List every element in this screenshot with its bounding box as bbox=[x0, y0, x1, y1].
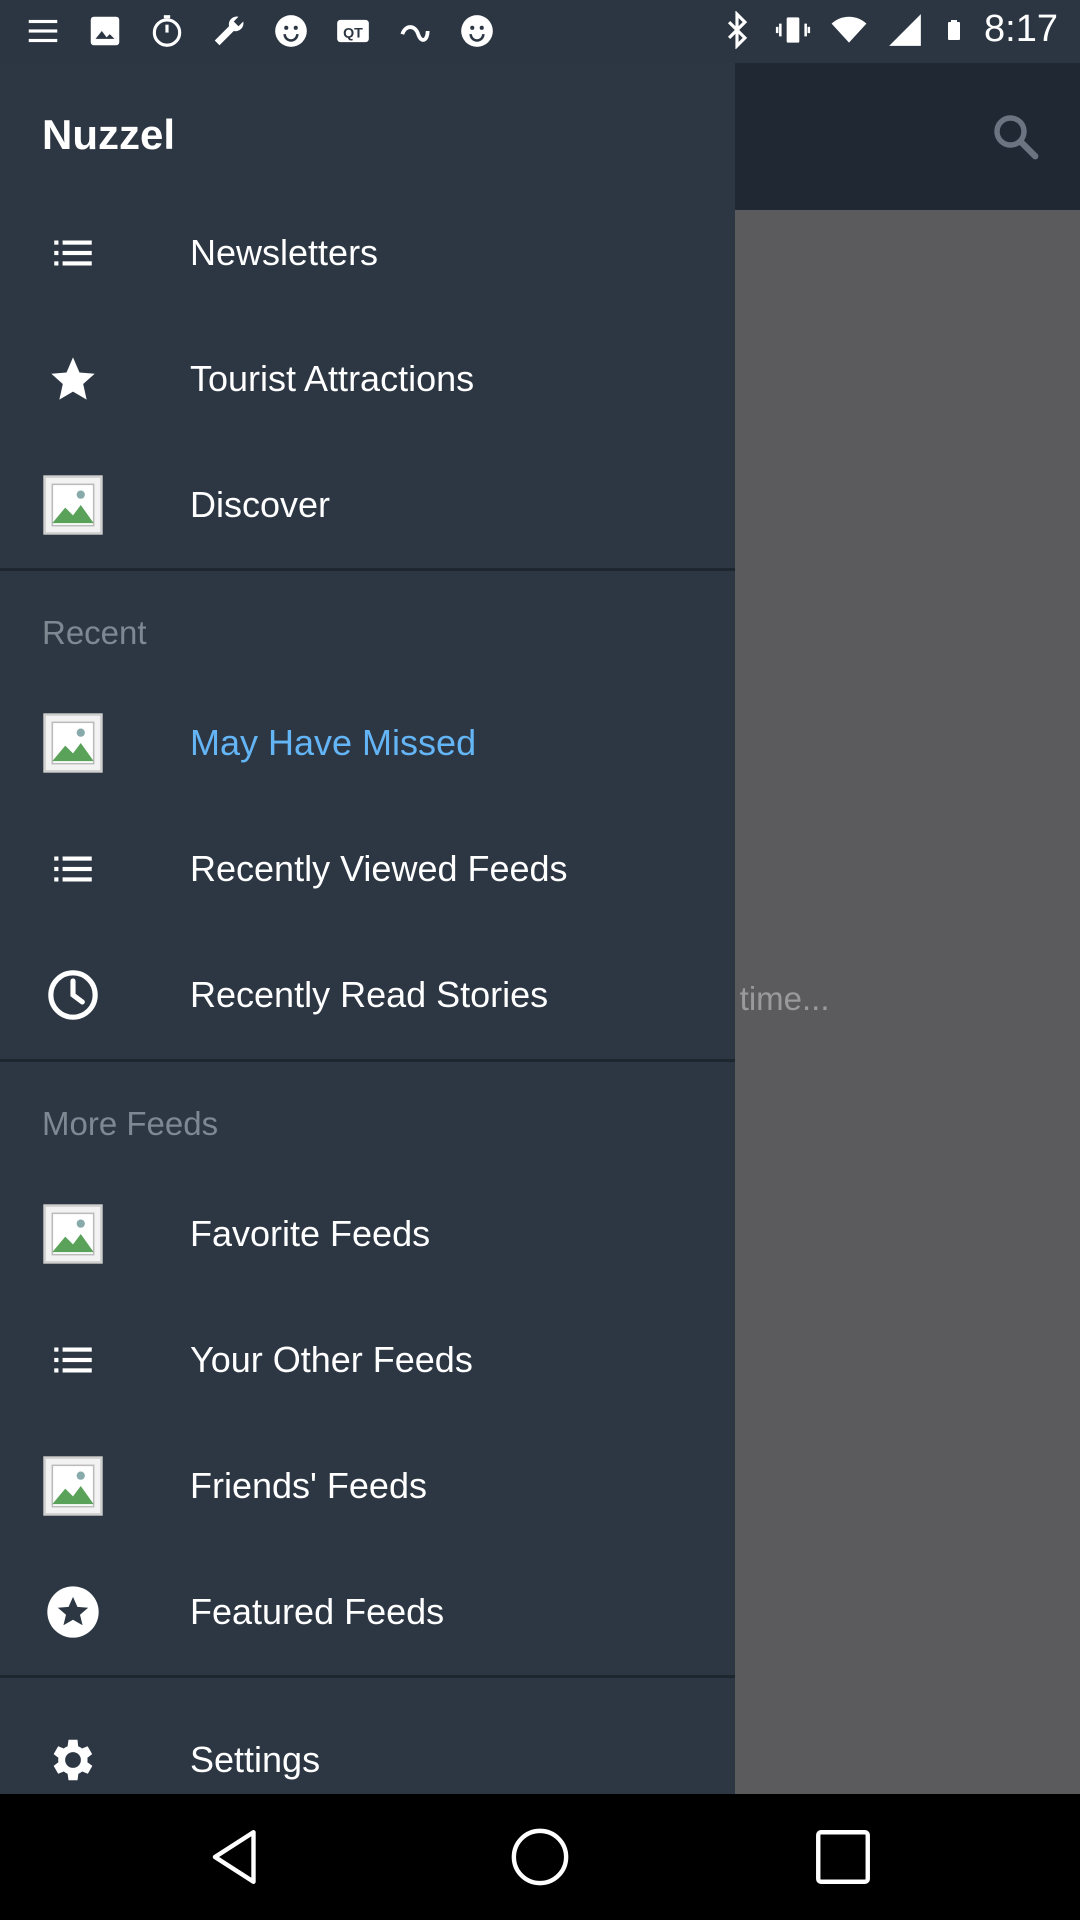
status-left-icons: QT bbox=[24, 12, 496, 50]
drawer-item-tourist-attractions[interactable]: Tourist Attractions bbox=[0, 316, 735, 442]
section-header-more-feeds: More Feeds bbox=[42, 1105, 219, 1142]
bluetooth-icon bbox=[727, 10, 748, 49]
image-placeholder-icon bbox=[42, 1203, 104, 1265]
clock-icon bbox=[42, 964, 104, 1026]
drawer-item-newsletters[interactable]: Newsletters bbox=[0, 190, 735, 316]
drawer-item-label: Newsletters bbox=[190, 232, 379, 273]
timer-icon bbox=[152, 15, 182, 47]
status-right-icons: 8:17 bbox=[718, 8, 1058, 51]
data-saver-icon bbox=[400, 25, 430, 42]
search-icon[interactable] bbox=[988, 109, 1042, 163]
status-bar: QT 8:17 bbox=[0, 0, 1080, 63]
menu-icon bbox=[28, 19, 58, 43]
drawer-title: Nuzzel bbox=[42, 111, 176, 158]
image-icon bbox=[90, 16, 120, 46]
status-time: 8:17 bbox=[984, 8, 1058, 50]
qr-icon: QT bbox=[337, 19, 369, 43]
star-circle-icon bbox=[42, 1581, 104, 1643]
drawer-item-favorite-feeds[interactable]: Favorite Feeds bbox=[0, 1171, 735, 1297]
image-placeholder-icon bbox=[42, 1455, 104, 1517]
drawer-item-recently-viewed-feeds[interactable]: Recently Viewed Feeds bbox=[0, 806, 735, 932]
image-placeholder-icon bbox=[42, 712, 104, 774]
image-placeholder-icon bbox=[42, 474, 104, 536]
signal-icon bbox=[889, 13, 921, 46]
drawer-item-label: Recently Viewed Feeds bbox=[190, 848, 568, 889]
drawer-item-label: Settings bbox=[190, 1739, 321, 1780]
divider bbox=[0, 568, 735, 571]
drawer-item-label: Featured Feeds bbox=[190, 1591, 445, 1632]
drawer-item-label: Your Other Feeds bbox=[190, 1339, 473, 1380]
svg-text:QT: QT bbox=[343, 25, 363, 41]
divider bbox=[0, 1059, 735, 1062]
drawer-item-discover[interactable]: Discover bbox=[0, 442, 735, 568]
list-icon bbox=[42, 838, 104, 900]
drawer-item-recently-read-stories[interactable]: Recently Read Stories bbox=[0, 932, 735, 1058]
smiley-icon bbox=[461, 15, 493, 47]
drawer-item-label: Recently Read Stories bbox=[190, 974, 549, 1015]
wrench-icon bbox=[214, 16, 244, 46]
navigation-drawer: Nuzzel Newsletters Tourist Attractions D… bbox=[0, 63, 735, 1794]
recents-icon[interactable] bbox=[810, 1824, 876, 1890]
wifi-icon bbox=[831, 16, 867, 43]
drawer-item-label: Discover bbox=[190, 484, 331, 525]
drawer-item-your-other-feeds[interactable]: Your Other Feeds bbox=[0, 1297, 735, 1423]
gear-icon bbox=[42, 1729, 104, 1791]
drawer-item-settings[interactable]: Settings bbox=[0, 1697, 735, 1794]
home-icon[interactable] bbox=[507, 1824, 573, 1890]
list-icon bbox=[42, 1329, 104, 1391]
divider bbox=[0, 1675, 735, 1678]
drawer-item-may-have-missed[interactable]: May Have Missed bbox=[0, 680, 735, 806]
battery-icon bbox=[948, 19, 961, 40]
smiley-icon bbox=[275, 15, 307, 47]
drawer-item-label: Tourist Attractions bbox=[190, 358, 475, 399]
drawer-item-label: May Have Missed bbox=[190, 722, 477, 763]
list-icon bbox=[42, 222, 104, 284]
drawer-item-friends-feeds[interactable]: Friends' Feeds bbox=[0, 1423, 735, 1549]
star-icon bbox=[42, 348, 104, 410]
section-header-recent: Recent bbox=[42, 614, 147, 651]
drawer-item-label: Favorite Feeds bbox=[190, 1213, 431, 1254]
drawer-item-featured-feeds[interactable]: Featured Feeds bbox=[0, 1549, 735, 1675]
back-icon[interactable] bbox=[204, 1824, 270, 1890]
vibrate-icon bbox=[775, 16, 811, 43]
drawer-item-label: Friends' Feeds bbox=[190, 1465, 427, 1506]
system-navigation-bar bbox=[0, 1794, 1080, 1920]
